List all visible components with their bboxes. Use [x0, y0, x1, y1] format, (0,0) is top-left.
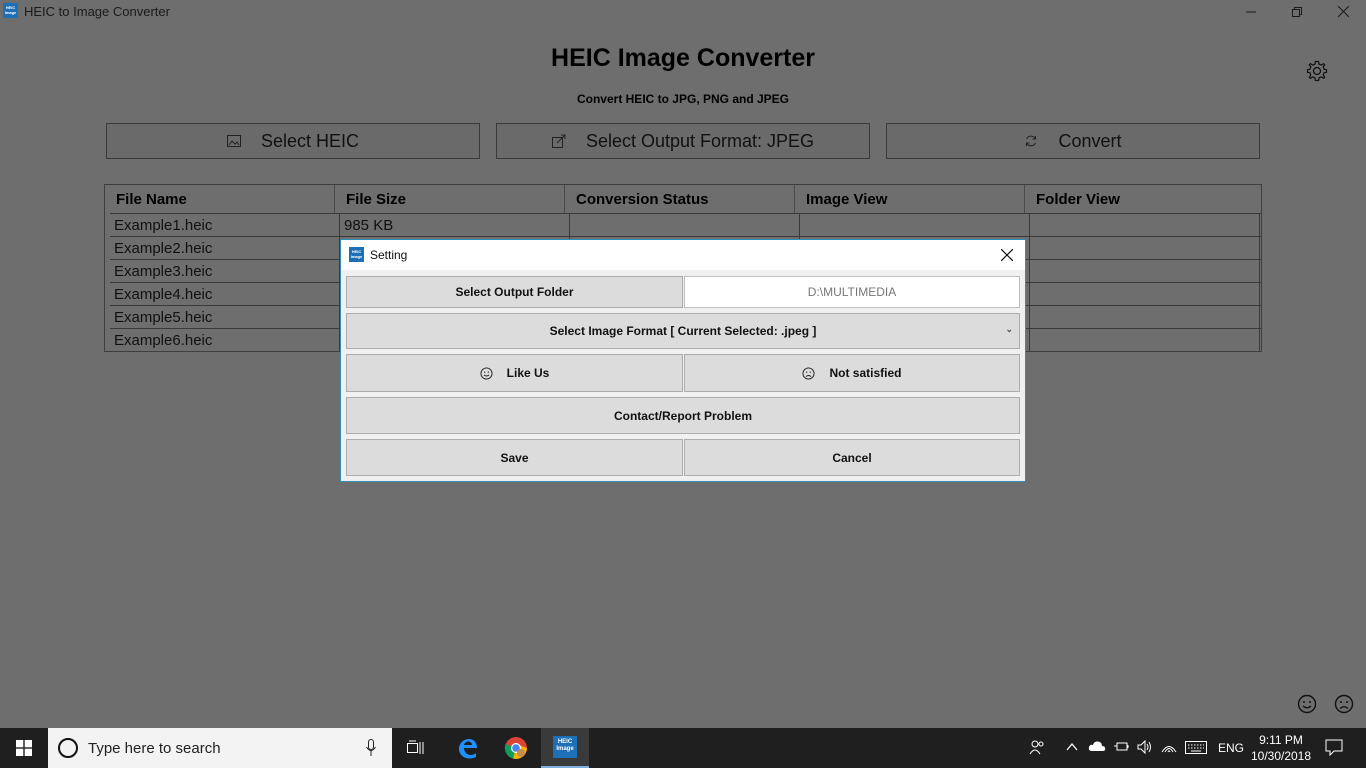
table-row[interactable]: Example1.heic 985 KB — [110, 213, 1261, 236]
column-header-image-view[interactable]: Image View — [795, 185, 1025, 213]
chevron-down-icon: ⌄ — [1005, 324, 1013, 334]
save-button[interactable]: Save — [346, 439, 683, 476]
file-name-cell: Example6.heic — [110, 329, 340, 351]
onedrive-icon[interactable] — [1088, 740, 1106, 752]
convert-button[interactable]: Convert — [886, 123, 1260, 159]
like-us-label: Like Us — [506, 366, 550, 380]
select-output-format-label: Select Output Format: JPEG — [585, 130, 815, 151]
heic-app-icon: HEIC Image — [553, 736, 577, 758]
page-subtitle: Convert HEIC to JPG, PNG and JPEG — [576, 92, 790, 106]
image-icon — [226, 135, 241, 147]
clock-date: 10/30/2018 — [1250, 749, 1312, 763]
select-heic-button[interactable]: Select HEIC — [106, 123, 480, 159]
wifi-icon[interactable] — [1161, 740, 1177, 754]
minimize-button[interactable] — [1228, 0, 1274, 23]
restore-button[interactable] — [1274, 0, 1320, 23]
not-satisfied-label: Not satisfied — [829, 366, 902, 380]
file-name-cell: Example1.heic — [110, 214, 340, 236]
task-view-button[interactable] — [392, 728, 440, 768]
restore-icon — [1292, 6, 1302, 17]
close-icon — [1000, 248, 1014, 262]
start-button[interactable] — [0, 728, 48, 768]
image-view-cell[interactable] — [800, 214, 1030, 236]
folder-view-cell[interactable] — [1030, 237, 1260, 259]
smile-icon — [480, 366, 493, 380]
dialog-title-bar: HEIC Image Setting — [341, 240, 1025, 270]
edge-icon — [459, 739, 477, 759]
clock-time: 9:11 PM — [1259, 733, 1303, 747]
not-satisfied-button[interactable]: Not satisfied — [684, 354, 1020, 392]
refresh-icon — [1026, 135, 1037, 147]
status-cell — [570, 214, 800, 236]
folder-view-cell[interactable] — [1030, 306, 1260, 328]
file-size-cell: 985 KB — [340, 214, 570, 236]
task-view-icon — [407, 740, 424, 754]
cortana-icon — [58, 738, 78, 758]
column-header-conversion-status[interactable]: Conversion Status — [565, 185, 795, 213]
frown-icon[interactable] — [1334, 694, 1354, 714]
image-format-select[interactable]: Select Image Format [ Current Selected: … — [346, 313, 1020, 349]
chevron-up-icon[interactable] — [1066, 742, 1078, 752]
convert-label: Convert — [1058, 130, 1122, 151]
folder-view-cell[interactable] — [1030, 283, 1260, 305]
chrome-icon — [504, 737, 527, 759]
output-folder-field[interactable]: D:\MULTIMEDIA — [684, 276, 1020, 308]
file-name-cell: Example2.heic — [110, 237, 340, 259]
file-name-cell: Example3.heic — [110, 260, 340, 282]
people-icon[interactable] — [1029, 739, 1045, 755]
gear-icon[interactable] — [1305, 59, 1329, 83]
keyboard-icon[interactable] — [1185, 741, 1207, 754]
folder-view-cell[interactable] — [1030, 329, 1260, 351]
battery-icon[interactable] — [1113, 740, 1129, 754]
app-icon: HEIC Image — [3, 3, 18, 18]
page-title: HEIC Image Converter — [551, 44, 815, 72]
heic-app-taskbar-button[interactable]: HEIC Image — [541, 728, 589, 768]
folder-view-cell[interactable] — [1030, 214, 1260, 236]
close-icon — [1337, 6, 1349, 17]
volume-icon[interactable] — [1137, 740, 1153, 754]
edge-button[interactable] — [443, 728, 491, 768]
clock[interactable]: 9:11 PM 10/30/2018 — [1246, 732, 1316, 764]
settings-dialog: HEIC Image Setting Select Output Folder D… — [340, 239, 1026, 482]
taskbar-search[interactable]: Type here to search — [48, 728, 392, 768]
search-placeholder: Type here to search — [88, 740, 221, 757]
minimize-icon — [1246, 11, 1256, 12]
select-heic-label: Select HEIC — [260, 130, 360, 151]
column-header-file-name[interactable]: File Name — [105, 185, 335, 213]
language-indicator[interactable]: ENG — [1218, 741, 1244, 755]
file-name-cell: Example4.heic — [110, 283, 340, 305]
cancel-button[interactable]: Cancel — [684, 439, 1020, 476]
window-title: HEIC to Image Converter — [24, 4, 170, 19]
select-output-format-button[interactable]: Select Output Format: JPEG — [496, 123, 870, 159]
chrome-button[interactable] — [492, 728, 540, 768]
frown-icon — [802, 366, 816, 380]
image-format-label: Select Image Format [ Current Selected: … — [549, 324, 817, 338]
taskbar: Type here to search HEIC Image ENG 9:11 … — [0, 728, 1366, 768]
windows-logo-icon — [16, 740, 32, 756]
contact-report-button[interactable]: Contact/Report Problem — [346, 397, 1020, 434]
app-icon: HEIC Image — [349, 247, 364, 262]
dialog-close-button[interactable] — [995, 243, 1019, 267]
file-name-cell: Example5.heic — [110, 306, 340, 328]
select-output-folder-button[interactable]: Select Output Folder — [346, 276, 683, 308]
close-window-button[interactable] — [1320, 0, 1366, 23]
column-header-folder-view[interactable]: Folder View — [1025, 185, 1255, 213]
smile-icon[interactable] — [1297, 694, 1317, 714]
dialog-title: Setting — [370, 248, 408, 262]
folder-view-cell[interactable] — [1030, 260, 1260, 282]
notifications-icon[interactable] — [1325, 739, 1343, 756]
microphone-icon[interactable] — [366, 739, 376, 757]
export-icon — [551, 134, 566, 148]
like-us-button[interactable]: Like Us — [346, 354, 683, 392]
column-header-file-size[interactable]: File Size — [335, 185, 565, 213]
table-header: File Name File Size Conversion Status Im… — [105, 185, 1261, 213]
title-bar: HEIC Image HEIC to Image Converter — [0, 0, 1366, 23]
